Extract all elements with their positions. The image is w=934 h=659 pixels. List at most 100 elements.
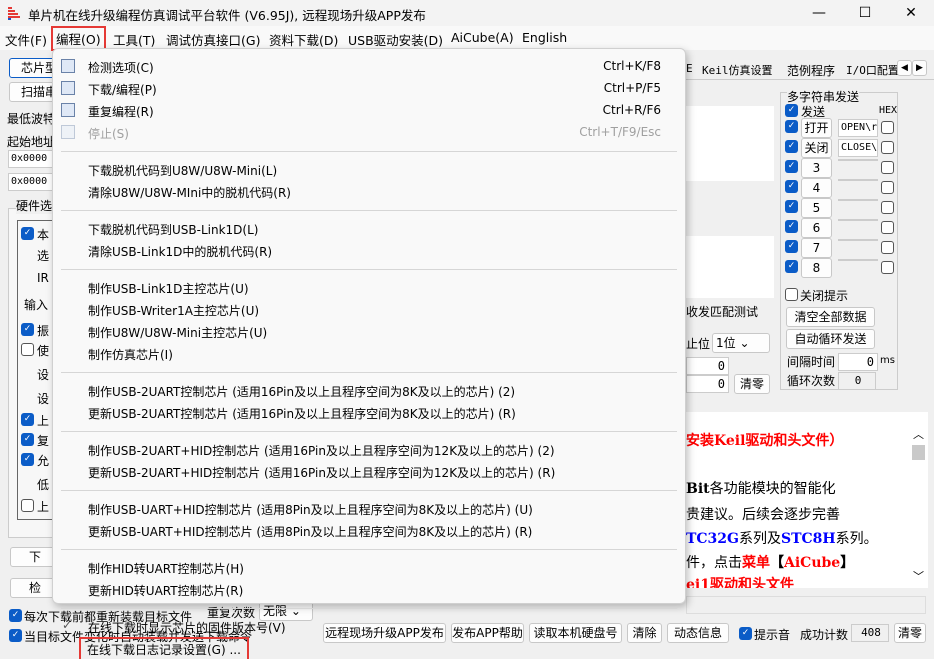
close-button[interactable]: ✕ <box>888 0 934 26</box>
log-scrollbar[interactable]: ︿ ﹀ <box>910 412 928 588</box>
hardware-option-checkbox[interactable]: ✓ <box>21 323 34 336</box>
menu-item[interactable]: 更新USB-2UART+HID控制芯片 (适用16Pin及以上且程序空间为12K… <box>53 461 685 482</box>
row-send-checkbox[interactable]: ✓ <box>785 200 798 213</box>
row-send-button[interactable]: 打开 <box>801 118 832 138</box>
hardware-option-checkbox[interactable]: ✓ <box>21 227 34 240</box>
auto-loop-button[interactable]: 自动循环发送 <box>786 329 875 349</box>
menu-item[interactable]: 下载脱机代码到U8W/U8W-Mini(L) <box>53 159 685 180</box>
menu-item[interactable]: 更新USB-UART+HID控制芯片 (适用8Pin及以上且程序空间为8K及以上… <box>53 520 685 541</box>
row-string-input[interactable] <box>838 199 878 201</box>
row-string-input[interactable] <box>838 219 878 221</box>
row-hex-checkbox[interactable] <box>881 221 894 234</box>
row-string-input[interactable] <box>838 239 878 241</box>
send-all-checkbox[interactable]: ✓ <box>785 104 798 117</box>
row-string-input[interactable] <box>838 259 878 261</box>
clear-all-button[interactable]: 清空全部数据 <box>786 307 875 327</box>
receive-buffer[interactable] <box>686 106 774 181</box>
menu-item[interactable]: 清除U8W/U8W-MIni中的脱机代码(R) <box>53 181 685 202</box>
menu-program[interactable]: 编程(O) <box>51 26 106 51</box>
tab-partial[interactable]: E <box>686 62 693 75</box>
scroll-up-icon[interactable]: ︿ <box>913 426 924 442</box>
menu-item[interactable]: 制作USB-UART+HID控制芯片 (适用8Pin及以上且程序空间为8K及以上… <box>53 498 685 519</box>
hardware-option-checkbox[interactable]: ✓ <box>21 453 34 466</box>
menu-item[interactable]: 制作USB-Writer1A主控芯片(U) <box>53 299 685 320</box>
row-send-button[interactable]: 7 <box>801 238 832 258</box>
menu-english[interactable]: English <box>522 30 567 45</box>
hardware-option-checkbox[interactable]: ✓ <box>21 433 34 446</box>
tab-io[interactable]: I/O口配置 <box>846 62 898 78</box>
hardware-tab[interactable]: 硬件选 <box>16 197 53 214</box>
row-string-input[interactable]: OPEN\r <box>838 119 878 137</box>
auto-load-checkbox[interactable]: ✓ <box>9 629 22 642</box>
clear-count-button[interactable]: 清零 <box>734 374 770 394</box>
row-hex-checkbox[interactable] <box>881 241 894 254</box>
menu-item[interactable]: 制作USB-2UART+HID控制芯片 (适用16Pin及以上且程序空间为12K… <box>53 439 685 460</box>
menu-item[interactable]: 更新HID转UART控制芯片(R) <box>53 579 685 600</box>
row-string-input[interactable] <box>838 159 878 161</box>
maximize-button[interactable]: ☐ <box>842 0 888 26</box>
row-string-input[interactable]: CLOSE\ <box>838 139 878 157</box>
menu-item[interactable]: 在线下载日志记录设置(G) ... <box>53 637 685 659</box>
send-buffer[interactable] <box>686 236 774 298</box>
start-address-input-1[interactable]: 0x0000 <box>8 150 58 168</box>
menu-item[interactable]: 清除USB-Link1D中的脱机代码(R) <box>53 240 685 261</box>
row-send-button[interactable]: 6 <box>801 218 832 238</box>
row-send-checkbox[interactable]: ✓ <box>785 160 798 173</box>
row-hex-checkbox[interactable] <box>881 181 894 194</box>
tab-scroll-right[interactable]: ▶ <box>912 60 927 76</box>
menu-aicube[interactable]: AiCube(A) <box>451 30 514 45</box>
row-send-checkbox[interactable]: ✓ <box>785 140 798 153</box>
row-send-checkbox[interactable]: ✓ <box>785 240 798 253</box>
interval-input[interactable]: 0 <box>838 353 878 371</box>
stop-bit-select[interactable]: 1位 ⌄ <box>712 333 770 353</box>
hardware-option-checkbox[interactable] <box>21 499 34 512</box>
menu-item[interactable]: 制作USB-Link1D主控芯片(U) <box>53 277 685 298</box>
menu-tools[interactable]: 工具(T) <box>113 30 155 49</box>
close-tip-checkbox[interactable] <box>785 288 798 301</box>
menu-item[interactable]: 重复编程(R) Ctrl+R/F6 <box>53 100 685 121</box>
row-send-button[interactable]: 4 <box>801 178 832 198</box>
menu-downloads[interactable]: 资料下载(D) <box>269 30 338 49</box>
row-send-checkbox[interactable]: ✓ <box>785 120 798 133</box>
tab-keil[interactable]: Keil仿真设置 <box>702 62 773 78</box>
beep-checkbox[interactable]: ✓ <box>739 627 752 640</box>
tab-scroll-left[interactable]: ◀ <box>897 60 912 76</box>
row-send-button[interactable]: 5 <box>801 198 832 218</box>
hardware-option-checkbox[interactable]: ✓ <box>21 413 34 426</box>
row-send-checkbox[interactable]: ✓ <box>785 260 798 273</box>
row-hex-checkbox[interactable] <box>881 121 894 134</box>
row-string-input[interactable] <box>838 179 878 181</box>
menu-item[interactable]: 下载脱机代码到USB-Link1D(L) <box>53 218 685 239</box>
menu-item[interactable]: 检测选项(C) Ctrl+K/F8 <box>53 56 685 77</box>
start-address-input-2[interactable]: 0x0000 <box>8 173 58 191</box>
log-menu: 菜单 <box>742 555 770 571</box>
row-send-button[interactable]: 关闭 <box>801 138 832 158</box>
menu-item[interactable]: 制作U8W/U8W-Mini主控芯片(U) <box>53 321 685 342</box>
menu-item[interactable]: 制作HID转UART控制芯片(H) <box>53 557 685 578</box>
tab-examples[interactable]: 范例程序 <box>787 62 835 79</box>
row-send-checkbox[interactable]: ✓ <box>785 220 798 233</box>
hardware-option-checkbox[interactable] <box>21 343 34 356</box>
row-send-checkbox[interactable]: ✓ <box>785 180 798 193</box>
reload-checkbox[interactable]: ✓ <box>9 609 22 622</box>
menu-item[interactable]: 下载/编程(P) Ctrl+P/F5 <box>53 78 685 99</box>
menu-file[interactable]: 文件(F) <box>5 30 47 49</box>
menu-debug[interactable]: 调试仿真接口(G) <box>166 30 260 49</box>
row-send-button[interactable]: 8 <box>801 258 832 278</box>
scroll-down-icon[interactable]: ﹀ <box>913 568 924 584</box>
reset-success-button[interactable]: 清零 <box>894 623 926 643</box>
row-send-button[interactable]: 3 <box>801 158 832 178</box>
row-hex-checkbox[interactable] <box>881 141 894 154</box>
menu-item[interactable]: 制作仿真芯片(I) <box>53 343 685 364</box>
menu-usb-driver[interactable]: USB驱动安装(D) <box>348 30 443 49</box>
row-hex-checkbox[interactable] <box>881 161 894 174</box>
row-hex-checkbox[interactable] <box>881 261 894 274</box>
minimize-button[interactable]: — <box>796 0 842 26</box>
menu-item[interactable]: 更新USB-2UART控制芯片 (适用16Pin及以上且程序空间为8K及以上的芯… <box>53 402 685 423</box>
tab-bar: E Keil仿真设置 范例程序 I/O口配置 ◀ ▶ <box>686 58 934 80</box>
scroll-thumb[interactable] <box>912 445 925 460</box>
menu-item[interactable]: ✓ 在线下载时显示芯片的固件版本号(V) <box>53 616 685 637</box>
start-address-label: 起始地址 <box>7 135 56 149</box>
row-hex-checkbox[interactable] <box>881 201 894 214</box>
menu-item[interactable]: 制作USB-2UART控制芯片 (适用16Pin及以上且程序空间为8K及以上的芯… <box>53 380 685 401</box>
